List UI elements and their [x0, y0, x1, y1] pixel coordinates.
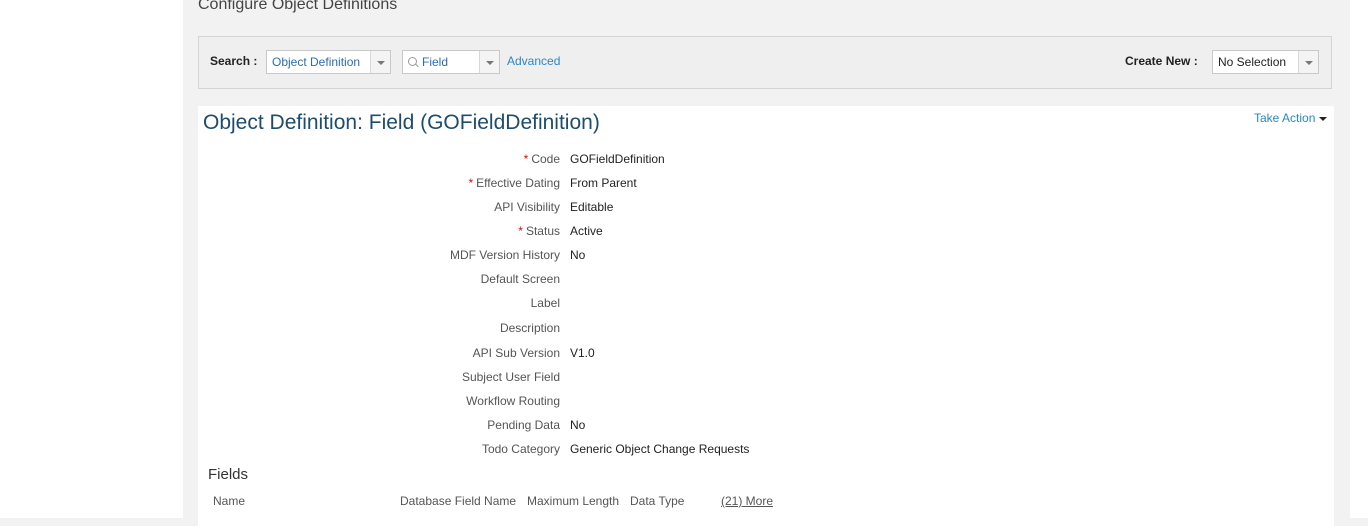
- field-label: Default Screen: [480, 272, 560, 286]
- field-row-status: * Status Active: [198, 224, 1334, 244]
- take-action-menu[interactable]: Take Action: [1254, 111, 1328, 125]
- object-definition-title: Object Definition: Field (GOFieldDefinit…: [203, 111, 600, 134]
- field-label: * Code: [523, 152, 560, 166]
- field-value: Active: [570, 224, 603, 238]
- field-label: MDF Version History: [449, 248, 560, 262]
- field-label: Label: [530, 296, 560, 310]
- field-label: Subject User Field: [461, 370, 560, 384]
- field-row-default-screen: Default Screen: [198, 272, 1334, 292]
- search-type-value: Object Definition: [272, 55, 361, 69]
- create-new-value: No Selection: [1218, 55, 1287, 69]
- field-value: V1.0: [570, 346, 595, 360]
- chevron-down-icon[interactable]: [1298, 51, 1318, 73]
- column-header-database-field-name: Database Field Name: [400, 494, 517, 508]
- field-row-code: * Code GOFieldDefinition: [198, 152, 1334, 172]
- field-value: No: [570, 418, 586, 432]
- required-marker: *: [518, 224, 523, 238]
- required-marker: *: [523, 152, 529, 166]
- required-marker: *: [468, 176, 474, 190]
- field-value: From Parent: [570, 176, 637, 190]
- advanced-search-link[interactable]: Advanced: [507, 54, 560, 68]
- take-action-label: Take Action: [1254, 111, 1316, 125]
- column-header-maximum-length: Maximum Length: [527, 494, 620, 508]
- search-icon: [408, 57, 417, 66]
- field-row-todo-category: Todo Category Generic Object Change Requ…: [198, 442, 1334, 462]
- field-row-label: Label: [198, 296, 1334, 316]
- caret-down-icon: [1319, 116, 1328, 121]
- field-value: Generic Object Change Requests: [570, 442, 750, 456]
- field-row-subject-user-field: Subject User Field: [198, 370, 1334, 390]
- chevron-down-icon[interactable]: [370, 51, 390, 73]
- page-title: Configure Object Definitions: [198, 0, 398, 13]
- search-type-select[interactable]: Object Definition: [266, 50, 391, 74]
- field-row-mdf-version-history: MDF Version History No: [198, 248, 1334, 268]
- left-blank-area: [0, 0, 183, 518]
- search-bar: Search : Object Definition Field Advance…: [198, 36, 1332, 89]
- field-row-pending-data: Pending Data No: [198, 418, 1334, 438]
- field-label: API Sub Version: [472, 346, 560, 360]
- field-label: * Effective Dating: [468, 176, 561, 190]
- more-columns-link[interactable]: (21) More: [721, 494, 773, 508]
- field-label: API Visibility: [494, 200, 560, 214]
- field-row-api-sub-version: API Sub Version V1.0: [198, 346, 1334, 366]
- field-row-effective-dating: * Effective Dating From Parent: [198, 176, 1334, 196]
- create-new-label: Create New :: [1125, 54, 1198, 68]
- search-label: Search :: [210, 54, 258, 68]
- field-label: Description: [499, 321, 560, 335]
- field-label: Todo Category: [481, 442, 560, 456]
- object-definition-panel: Object Definition: Field (GOFieldDefinit…: [198, 106, 1334, 526]
- field-value: No: [570, 248, 586, 262]
- field-value: GOFieldDefinition: [570, 152, 665, 166]
- field-label: * Status: [518, 224, 560, 238]
- column-header-name: Name: [213, 494, 246, 508]
- search-query-input[interactable]: Field: [402, 50, 500, 74]
- field-label: Workflow Routing: [466, 394, 560, 408]
- right-edge-area: [1350, 0, 1368, 518]
- field-row-workflow-routing: Workflow Routing: [198, 394, 1334, 414]
- field-label: Pending Data: [487, 418, 560, 432]
- search-query-value: Field: [422, 55, 449, 69]
- field-value: Editable: [570, 200, 614, 214]
- field-row-description: Description: [198, 321, 1334, 341]
- chevron-down-icon[interactable]: [479, 51, 499, 73]
- create-new-select[interactable]: No Selection: [1212, 50, 1319, 74]
- field-row-api-visibility: API Visibility Editable: [198, 200, 1334, 220]
- column-header-data-type: Data Type: [630, 494, 685, 508]
- fields-section-title: Fields: [208, 466, 249, 483]
